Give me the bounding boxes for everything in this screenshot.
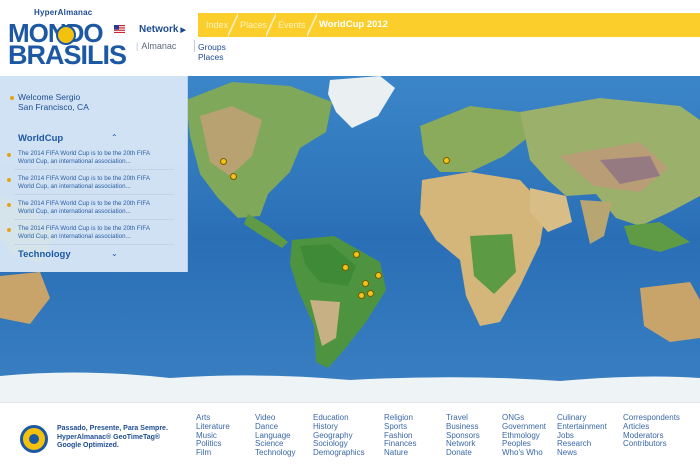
header: HyperAlmanac MONDO BRASILIS Network▶ |Al… — [0, 0, 700, 76]
bullet-icon — [7, 153, 11, 157]
network-menu-link[interactable]: Network ▶ — [139, 24, 186, 35]
news-line: The 2014 FIFA World Cup is to be the 20t… — [18, 225, 150, 232]
news-item[interactable]: The 2014 FIFA World Cup is to be the 20t… — [18, 225, 176, 240]
tab-label: WorldCup 2012 — [319, 19, 388, 30]
bullet-icon — [7, 203, 11, 207]
tagline-line: Google Optimized. — [57, 442, 119, 449]
news-line: World Cup, an international association.… — [18, 157, 131, 165]
tab-separator — [266, 13, 276, 37]
footer-link[interactable]: Who's Who — [502, 448, 546, 458]
footer-link[interactable]: Film — [196, 448, 230, 458]
news-line: The 2014 FIFA World Cup is to be the 20t… — [18, 150, 150, 157]
chevron-right-icon: ▶ — [180, 27, 186, 34]
welcome-location: San Francisco, CA — [18, 102, 89, 112]
footer: Passado, Presente, Para Sempre. HyperAlm… — [0, 402, 700, 474]
subnav-groups-link[interactable]: Groups — [198, 42, 226, 52]
welcome-user: Welcome Sergio — [18, 92, 81, 102]
footer-link[interactable]: Contributors — [623, 440, 680, 449]
us-flag-icon[interactable] — [114, 25, 125, 33]
footer-links-column: Culinary Entertainment Jobs Research New… — [557, 413, 607, 458]
tab-index[interactable]: Index — [206, 13, 228, 37]
chevron-down-icon[interactable]: ⌄ — [111, 249, 118, 258]
chevron-up-icon[interactable]: ⌃ — [111, 133, 118, 142]
footer-link[interactable]: Technology — [255, 448, 295, 458]
map-marker[interactable] — [342, 264, 349, 271]
divider — [14, 244, 174, 245]
news-line: The 2014 FIFA World Cup is to be the 20t… — [18, 200, 150, 207]
bullet-icon — [7, 178, 11, 182]
footer-link[interactable]: News — [557, 448, 607, 458]
tab-label: Index — [206, 20, 229, 30]
map-marker[interactable] — [353, 251, 360, 258]
news-line: World Cup, an international association.… — [18, 232, 131, 240]
tab-label: Places — [240, 20, 268, 30]
footer-link[interactable]: Demographics — [313, 448, 365, 458]
map-marker[interactable] — [362, 280, 369, 287]
subnav-places-link[interactable]: Places — [198, 52, 226, 62]
map-marker[interactable] — [230, 173, 237, 180]
footer-links-column: Education History Geography Sociology De… — [313, 413, 365, 458]
divider — [14, 194, 174, 195]
footer-links-column: Travel Business Sponsors Network Donate — [446, 413, 480, 458]
tab-separator — [228, 13, 238, 37]
tab-worldcup-2012[interactable]: WorldCup 2012 — [307, 13, 388, 37]
logo-tagline: HyperAlmanac — [34, 8, 93, 17]
tagline-line: Passado, Presente, Para Sempre. — [57, 425, 168, 432]
mondo-brasilis-logo[interactable]: HyperAlmanac MONDO BRASILIS — [8, 8, 127, 70]
map-marker[interactable] — [443, 157, 450, 164]
logo-word-brasilis: BRASILIS — [8, 40, 127, 70]
vertical-divider — [194, 40, 195, 52]
footer-links-column: Video Dance Language Science Technology — [255, 413, 295, 458]
footer-seal-icon — [20, 425, 48, 453]
news-item[interactable]: The 2014 FIFA World Cup is to be the 20t… — [18, 175, 176, 190]
section-title-technology[interactable]: Technology — [18, 249, 71, 260]
news-line: The 2014 FIFA World Cup is to be the 20t… — [18, 175, 150, 182]
footer-link[interactable]: Nature — [384, 448, 416, 458]
footer-links-column: Religion Sports Fashion Finances Nature — [384, 413, 416, 458]
map-marker[interactable] — [358, 292, 365, 299]
footer-link[interactable]: Donate — [446, 448, 480, 458]
section-title-worldcup[interactable]: WorldCup — [18, 133, 63, 144]
divider — [14, 219, 174, 220]
sub-navigation: Groups Places — [198, 42, 226, 62]
news-line: World Cup, an international association.… — [18, 182, 131, 190]
map-marker[interactable] — [375, 272, 382, 279]
tab-separator — [307, 13, 317, 37]
welcome-message: Welcome Sergio San Francisco, CA — [18, 92, 89, 112]
bullet-icon — [10, 96, 14, 100]
almanac-link[interactable]: | Almanac — [136, 41, 176, 51]
map-marker[interactable] — [367, 290, 374, 297]
news-item[interactable]: The 2014 FIFA World Cup is to be the 20t… — [18, 150, 176, 165]
bullet-icon — [7, 228, 11, 232]
footer-links-column: ONGs Government Ethmology Peoples Who's … — [502, 413, 546, 458]
footer-links-column: Correspondents Articles Moderators Contr… — [623, 413, 680, 449]
tagline-line: HyperAlmanac® GeoTimeTag® — [57, 433, 161, 441]
tab-bar: Index Places Events WorldCup 2012 — [198, 13, 700, 37]
divider: | — [136, 41, 139, 51]
tab-places[interactable]: Places — [228, 13, 268, 37]
almanac-label: Almanac — [141, 41, 177, 51]
footer-tagline: Passado, Presente, Para Sempre. HyperAlm… — [57, 425, 168, 451]
divider — [14, 169, 174, 170]
news-item[interactable]: The 2014 FIFA World Cup is to be the 20t… — [18, 200, 176, 215]
footer-links-column: Arts Literature Music Politics Film — [196, 413, 230, 458]
news-line: World Cup, an international association.… — [18, 207, 131, 215]
network-label: Network — [139, 24, 179, 35]
map-marker[interactable] — [220, 158, 227, 165]
side-panel: Welcome Sergio San Francisco, CA WorldCu… — [0, 76, 188, 272]
tab-events[interactable]: Events — [266, 13, 306, 37]
tab-label: Events — [278, 20, 306, 30]
